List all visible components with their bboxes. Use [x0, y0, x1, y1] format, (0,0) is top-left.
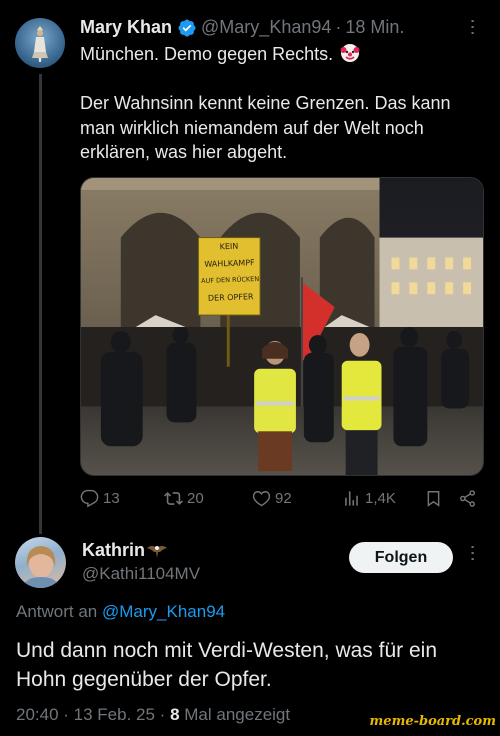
separator-dot: ·	[335, 17, 342, 37]
repost-count: 20	[187, 489, 204, 507]
reply-to-prefix: Antwort an	[16, 602, 98, 621]
avatar-figure-icon	[32, 26, 48, 62]
reply-count: 13	[103, 489, 120, 507]
follow-button[interactable]: Folgen	[349, 542, 453, 573]
views-button[interactable]: 1,4K	[342, 489, 396, 508]
reply-meta: 20:40 · 13 Feb. 25 · 8 Mal angezeigt	[16, 705, 290, 725]
demo-photo-image	[81, 178, 483, 475]
more-icon[interactable]: ⋯	[462, 18, 484, 35]
reply-author-name-row[interactable]: Kathrin	[82, 540, 168, 561]
verified-badge-icon[interactable]	[177, 18, 197, 38]
share-button[interactable]	[458, 489, 477, 508]
tweet-time[interactable]: 18 Min.	[345, 17, 404, 38]
reply-timestamp[interactable]: 20:40 · 13 Feb. 25 ·	[16, 705, 165, 724]
tweet-text: München. Demo gegen Rechts. Der Wahnsinn…	[80, 42, 480, 189]
reply-icon	[80, 489, 99, 507]
reply-views-count: 8	[170, 705, 180, 724]
sign-line-1: KEIN	[219, 241, 239, 252]
thread-line	[39, 74, 42, 534]
sign-line-4: DER OPFER	[207, 292, 254, 303]
reply-context: Antwort an @Mary_Khan94	[16, 602, 225, 622]
watermark: meme-board.com	[362, 714, 496, 734]
reply-text: Und dann noch mit Verdi-Westen, was für …	[16, 639, 437, 691]
eagle-emoji-icon	[146, 542, 168, 560]
repost-button[interactable]: 20	[164, 489, 204, 508]
bookmark-icon	[427, 490, 440, 507]
reply-to-link[interactable]: @Mary_Khan94	[102, 602, 225, 621]
author-name[interactable]: Mary Khan	[80, 17, 172, 38]
tweet-actions-bar: 13 20 92 1,4K	[80, 486, 480, 510]
bookmark-button[interactable]	[424, 489, 443, 508]
sign-line-3: AUF DEN RÜCKEN	[200, 274, 260, 286]
like-button[interactable]: 92	[252, 489, 292, 508]
protest-sign: KEIN WAHLKAMPF AUF DEN RÜCKEN DER OPFER	[198, 237, 263, 317]
tweet-text-line1-text: München. Demo gegen Rechts.	[80, 44, 334, 64]
tweet-text-line1: München. Demo gegen Rechts.	[80, 42, 480, 67]
repost-icon	[164, 491, 183, 505]
share-icon	[459, 489, 476, 507]
tweet-header: Mary Khan @Mary_Khan94 · 18 Min.	[80, 17, 404, 38]
views-count: 1,4K	[365, 489, 396, 507]
clown-emoji-icon	[340, 43, 360, 63]
avatar-portrait-icon	[23, 546, 59, 588]
tweet-text-para2: Der Wahnsinn kennt keine Grenzen. Das ka…	[80, 93, 451, 162]
reply-author-name[interactable]: Kathrin	[82, 540, 145, 561]
reply-views-label: Mal angezeigt	[184, 705, 291, 724]
heart-icon	[252, 490, 271, 506]
views-icon	[345, 490, 358, 506]
reply-author-handle[interactable]: @Kathi1104MV	[82, 564, 200, 584]
author-avatar[interactable]	[15, 18, 65, 68]
author-handle[interactable]: @Mary_Khan94	[201, 17, 331, 38]
reply-button[interactable]: 13	[80, 489, 120, 508]
like-count: 92	[275, 489, 292, 507]
reply-more-icon[interactable]: ⋯	[462, 544, 484, 561]
sign-line-2: WAHLKAMPF	[204, 258, 255, 269]
reply-author-avatar[interactable]	[15, 537, 66, 588]
tweet-photo[interactable]: KEIN WAHLKAMPF AUF DEN RÜCKEN DER OPFER	[80, 177, 484, 476]
